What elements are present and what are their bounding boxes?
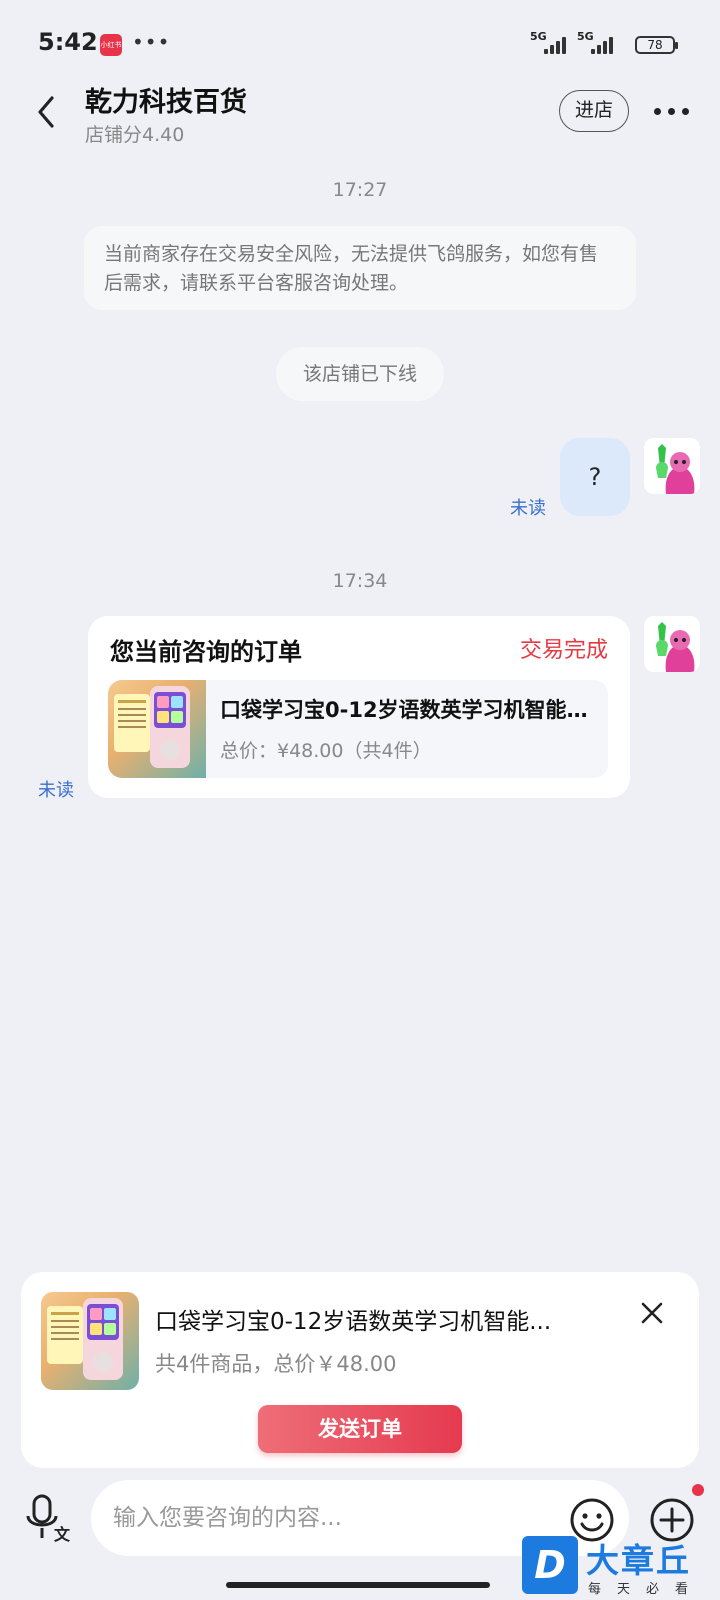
back-button[interactable] xyxy=(30,92,66,132)
status-bar: 5:42 小红书 ••• 5G 5G 78 xyxy=(0,0,720,80)
microphone-icon: 文 xyxy=(26,1494,71,1544)
unread-label: 未读 xyxy=(38,780,74,801)
enter-shop-button[interactable]: 进店 xyxy=(559,90,629,132)
watermark-logo: D 大章丘 每天必看 xyxy=(522,1534,720,1600)
more-options-button[interactable] xyxy=(652,96,692,126)
xiaohongshu-app-icon: 小红书 xyxy=(100,34,122,56)
avatar-icon xyxy=(644,438,700,494)
order-product-price: 总价：¥48.00（共4件） xyxy=(220,740,432,762)
product-image xyxy=(108,680,206,778)
avatar-icon xyxy=(644,616,700,672)
order-card[interactable]: 您当前咨询的订单 交易完成 口袋学习宝0-12岁语数英学习机智能... 总价：¥… xyxy=(88,616,630,798)
shop-name[interactable]: 乾力科技百货 xyxy=(85,80,247,119)
send-order-button[interactable]: 发送订单 xyxy=(258,1405,462,1453)
notification-dot xyxy=(692,1484,704,1496)
watermark-title: 大章丘 xyxy=(586,1541,691,1580)
voice-to-text-button[interactable]: 文 xyxy=(26,1494,72,1544)
status-time: 5:42 xyxy=(38,28,98,56)
user-avatar[interactable] xyxy=(644,616,700,672)
close-panel-button[interactable] xyxy=(639,1300,665,1326)
order-product[interactable]: 口袋学习宝0-12岁语数英学习机智能... 总价：¥48.00（共4件） xyxy=(108,680,608,778)
panel-product-name: 口袋学习宝0-12岁语数英学习机智能... xyxy=(155,1309,552,1335)
unread-label: 未读 xyxy=(510,498,546,519)
chevron-left-icon xyxy=(38,96,54,128)
battery-icon: 78 xyxy=(635,36,678,54)
system-notice: 当前商家存在交易安全风险，无法提供飞鸽服务，如您有售后需求，请联系平台客服咨询处… xyxy=(84,226,636,310)
order-status: 交易完成 xyxy=(519,638,608,663)
status-more-icon: ••• xyxy=(132,30,171,54)
order-card-title: 您当前咨询的订单 xyxy=(110,638,302,666)
watermark-logo-mark: D xyxy=(522,1536,578,1594)
timestamp: 17:34 xyxy=(332,570,388,592)
user-avatar[interactable] xyxy=(644,438,700,494)
offline-notice: 该店铺已下线 xyxy=(276,347,444,401)
chat-header: 乾力科技百货 店铺分4.40 进店 xyxy=(0,80,720,150)
timestamp: 17:27 xyxy=(332,179,388,201)
shop-score: 店铺分4.40 xyxy=(85,124,185,146)
panel-product-summary: 共4件商品，总价￥48.00 xyxy=(155,1352,397,1376)
svg-text:文: 文 xyxy=(54,1525,71,1544)
close-icon xyxy=(641,1302,663,1324)
order-product-name: 口袋学习宝0-12岁语数英学习机智能... xyxy=(220,698,590,722)
user-message-bubble[interactable]: ? xyxy=(560,438,630,516)
product-image xyxy=(41,1292,139,1390)
home-indicator[interactable] xyxy=(226,1582,490,1588)
send-order-panel: 口袋学习宝0-12岁语数英学习机智能... 共4件商品，总价￥48.00 发送订… xyxy=(21,1272,699,1468)
watermark-subtitle: 每天必看 xyxy=(588,1582,705,1597)
